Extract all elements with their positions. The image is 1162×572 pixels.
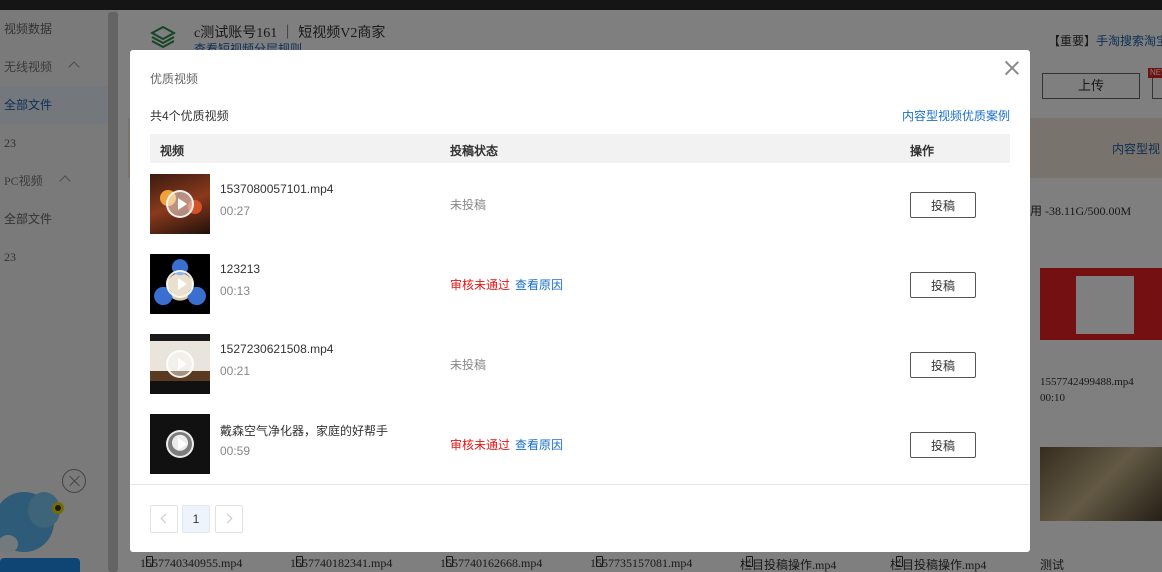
video-duration: 00:59 bbox=[220, 444, 251, 458]
submit-status: 审核未通过 bbox=[450, 278, 511, 292]
video-duration: 00:27 bbox=[220, 204, 251, 218]
close-icon[interactable] bbox=[1002, 58, 1022, 78]
video-name: 1527230621508.mp4 bbox=[220, 342, 334, 356]
submit-button[interactable]: 投稿 bbox=[910, 352, 976, 378]
play-icon[interactable] bbox=[166, 270, 194, 298]
video-thumbnail[interactable] bbox=[150, 254, 210, 314]
chevron-right-icon bbox=[222, 513, 233, 524]
submit-button[interactable]: 投稿 bbox=[910, 272, 976, 298]
video-name: 123213 bbox=[220, 262, 261, 276]
view-reason-link[interactable]: 查看原因 bbox=[515, 276, 563, 293]
table-row: 戴森空气净化器，家庭的好帮手 00:59 审核未通过 查看原因 投稿 bbox=[150, 404, 1010, 484]
view-reason-link[interactable]: 查看原因 bbox=[515, 436, 563, 453]
next-page-button[interactable] bbox=[215, 505, 243, 533]
video-name: 戴森空气净化器，家庭的好帮手 bbox=[220, 424, 389, 438]
page-number[interactable]: 1 bbox=[182, 505, 210, 533]
video-count: 共4个优质视频 bbox=[150, 109, 229, 123]
chevron-left-icon bbox=[160, 513, 171, 524]
table-row: 1527230621508.mp4 00:21 未投稿 投稿 bbox=[150, 324, 1010, 404]
video-name: 1537080057101.mp4 bbox=[220, 182, 334, 196]
table-row: 1537080057101.mp4 00:27 未投稿 投稿 bbox=[150, 164, 1010, 244]
column-header-video: 视频 bbox=[160, 144, 185, 158]
play-icon[interactable] bbox=[166, 350, 194, 378]
submit-status: 未投稿 bbox=[450, 358, 487, 372]
submit-status: 审核未通过 bbox=[450, 438, 511, 452]
table-row: 123213 00:13 审核未通过 查看原因 投稿 bbox=[150, 244, 1010, 324]
prev-page-button[interactable] bbox=[150, 505, 178, 533]
video-thumbnail[interactable] bbox=[150, 174, 210, 234]
play-icon[interactable] bbox=[166, 430, 194, 458]
modal-title: 优质视频 bbox=[150, 72, 199, 86]
video-thumbnail[interactable] bbox=[150, 334, 210, 394]
column-header-status: 投稿状态 bbox=[450, 144, 499, 158]
column-header-action: 操作 bbox=[910, 144, 935, 158]
play-icon[interactable] bbox=[166, 190, 194, 218]
table-header: 视频 投稿状态 操作 bbox=[150, 134, 1010, 163]
submit-button[interactable]: 投稿 bbox=[910, 432, 976, 458]
video-thumbnail[interactable] bbox=[150, 414, 210, 474]
video-duration: 00:13 bbox=[220, 284, 251, 298]
content-case-link[interactable]: 内容型视频优质案例 bbox=[902, 107, 1010, 124]
video-duration: 00:21 bbox=[220, 364, 251, 378]
quality-video-modal: 优质视频 共4个优质视频 内容型视频优质案例 视频 投稿状态 操作 153708… bbox=[130, 50, 1030, 552]
submit-button[interactable]: 投稿 bbox=[910, 192, 976, 218]
divider bbox=[130, 484, 1030, 485]
submit-status: 未投稿 bbox=[450, 198, 487, 212]
